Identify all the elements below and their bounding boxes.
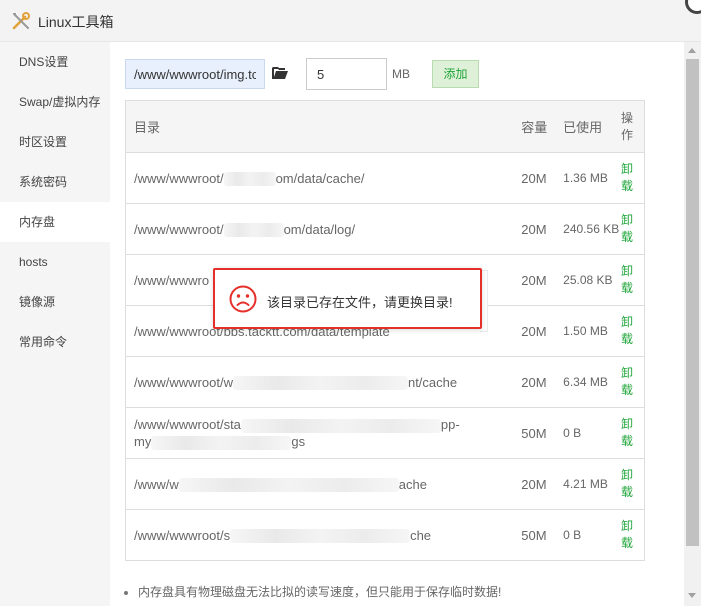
row-operation: 卸载 — [621, 509, 645, 561]
table-row: /www/wwwroot/om/data/cache/ 20M 1.36 MB … — [125, 152, 645, 204]
sad-face-icon — [229, 285, 257, 313]
row-directory: /www/wwwroot/om/data/log/ — [125, 203, 522, 255]
header-operation-label: 操作 — [621, 110, 634, 142]
row-capacity: 50M — [521, 407, 564, 459]
folder-open-icon[interactable] — [272, 66, 288, 80]
row-used: 240.56 KB — [563, 203, 622, 255]
header-operation: 操作 — [621, 100, 645, 153]
sidebar-item-timezone[interactable]: 时区设置 — [0, 122, 110, 162]
scrollbar-thumb[interactable] — [686, 59, 699, 546]
row-operation: 卸载 — [621, 254, 645, 306]
row-operation: 卸载 — [621, 458, 645, 510]
table-row: /www/wwwroot/sta pp-my gs 50M 0 B 卸载 — [125, 407, 645, 459]
row-capacity: 50M — [521, 509, 564, 561]
sidebar-item-mirror[interactable]: 镜像源 — [0, 282, 110, 322]
sidebar: DNS设置 Swap/虚拟内存 时区设置 系统密码 内存盘 hosts 镜像源 … — [0, 42, 110, 606]
ramdisk-table: 目录 容量 已使用 操作 /www/wwwroot/om/data/cache/… — [125, 100, 645, 561]
sidebar-item-hosts[interactable]: hosts — [0, 242, 110, 282]
row-capacity: 20M — [521, 356, 564, 408]
table-header-row: 目录 容量 已使用 操作 — [125, 100, 645, 153]
unmount-link[interactable]: 卸载 — [621, 518, 644, 552]
directory-path-input[interactable] — [125, 59, 265, 89]
table-row: /www/wwwroot/om/data/log/ 20M 240.56 KB … — [125, 203, 645, 255]
table-row: /www/wwwroot/w nt/cache 20M 6.34 MB 卸载 — [125, 356, 645, 408]
header-directory: 目录 — [125, 100, 522, 153]
unmount-link[interactable]: 卸载 — [621, 212, 644, 246]
redacted-text — [151, 435, 292, 450]
row-directory: /www/wwwroot/s che — [125, 509, 522, 561]
toast-message: 该目录已存在文件，请更换目录! — [267, 295, 453, 310]
redacted-text — [178, 478, 399, 493]
row-directory: /www/wwwroot/sta pp-my gs — [125, 407, 522, 459]
error-toast: 该目录已存在文件，请更换目录! — [213, 268, 482, 329]
row-capacity: 20M — [521, 254, 564, 306]
size-unit-label: MB — [392, 67, 410, 81]
header-capacity: 容量 — [521, 100, 564, 153]
scroll-down-arrow-icon[interactable] — [688, 593, 696, 598]
scroll-up-arrow-icon[interactable] — [688, 48, 696, 53]
ramdisk-note: 内存盘具有物理磁盘无法比拟的读写速度，但只能用于保存临时数据! — [124, 583, 501, 600]
note-text: 内存盘具有物理磁盘无法比拟的读写速度，但只能用于保存临时数据! — [138, 585, 502, 599]
bullet-icon — [124, 590, 128, 595]
add-button[interactable]: 添加 — [432, 60, 479, 88]
row-directory: /www/wwwroot/om/data/cache/ — [125, 152, 522, 204]
header-used: 已使用 — [563, 100, 622, 153]
row-used: 0 B — [563, 509, 622, 561]
row-capacity: 20M — [521, 152, 564, 204]
row-used: 0 B — [563, 407, 622, 459]
window-titlebar: Linux工具箱 — [0, 0, 701, 42]
sidebar-item-password[interactable]: 系统密码 — [0, 162, 110, 202]
unmount-link[interactable]: 卸载 — [621, 161, 644, 195]
sidebar-item-commands[interactable]: 常用命令 — [0, 322, 110, 362]
row-directory: /www/wwwroot/w nt/cache — [125, 356, 522, 408]
scrollbar[interactable] — [684, 42, 701, 606]
unmount-link[interactable]: 卸载 — [621, 467, 644, 501]
unmount-link[interactable]: 卸载 — [621, 416, 644, 450]
row-operation: 卸载 — [621, 407, 645, 459]
row-operation: 卸载 — [621, 305, 645, 357]
row-used: 6.34 MB — [563, 356, 622, 408]
row-operation: 卸载 — [621, 203, 645, 255]
sidebar-item-dns[interactable]: DNS设置 — [0, 42, 110, 82]
redacted-text — [240, 418, 441, 433]
table-row: /www/wwwroot/s che 50M 0 B 卸载 — [125, 509, 645, 561]
row-directory: /www/w ache — [125, 458, 522, 510]
redacted-text — [232, 376, 408, 391]
row-capacity: 20M — [521, 203, 564, 255]
redacted-text — [230, 529, 411, 544]
sidebar-item-ramdisk[interactable]: 内存盘 — [0, 202, 110, 242]
table-row: /www/w ache 20M 4.21 MB 卸载 — [125, 458, 645, 510]
row-capacity: 20M — [521, 305, 564, 357]
sidebar-item-swap[interactable]: Swap/虚拟内存 — [0, 82, 110, 122]
window-title: Linux工具箱 — [38, 14, 114, 30]
tools-icon — [12, 12, 30, 30]
row-used: 1.50 MB — [563, 305, 622, 357]
row-used: 1.36 MB — [563, 152, 622, 204]
unmount-link[interactable]: 卸载 — [621, 314, 644, 348]
size-input[interactable] — [306, 58, 387, 90]
redacted-text — [223, 172, 276, 187]
row-used: 25.08 KB — [563, 254, 622, 306]
row-used: 4.21 MB — [563, 458, 622, 510]
redacted-text — [223, 223, 284, 238]
row-operation: 卸载 — [621, 356, 645, 408]
row-capacity: 20M — [521, 458, 564, 510]
unmount-link[interactable]: 卸载 — [621, 365, 644, 399]
unmount-link[interactable]: 卸载 — [621, 263, 644, 297]
row-operation: 卸载 — [621, 152, 645, 204]
